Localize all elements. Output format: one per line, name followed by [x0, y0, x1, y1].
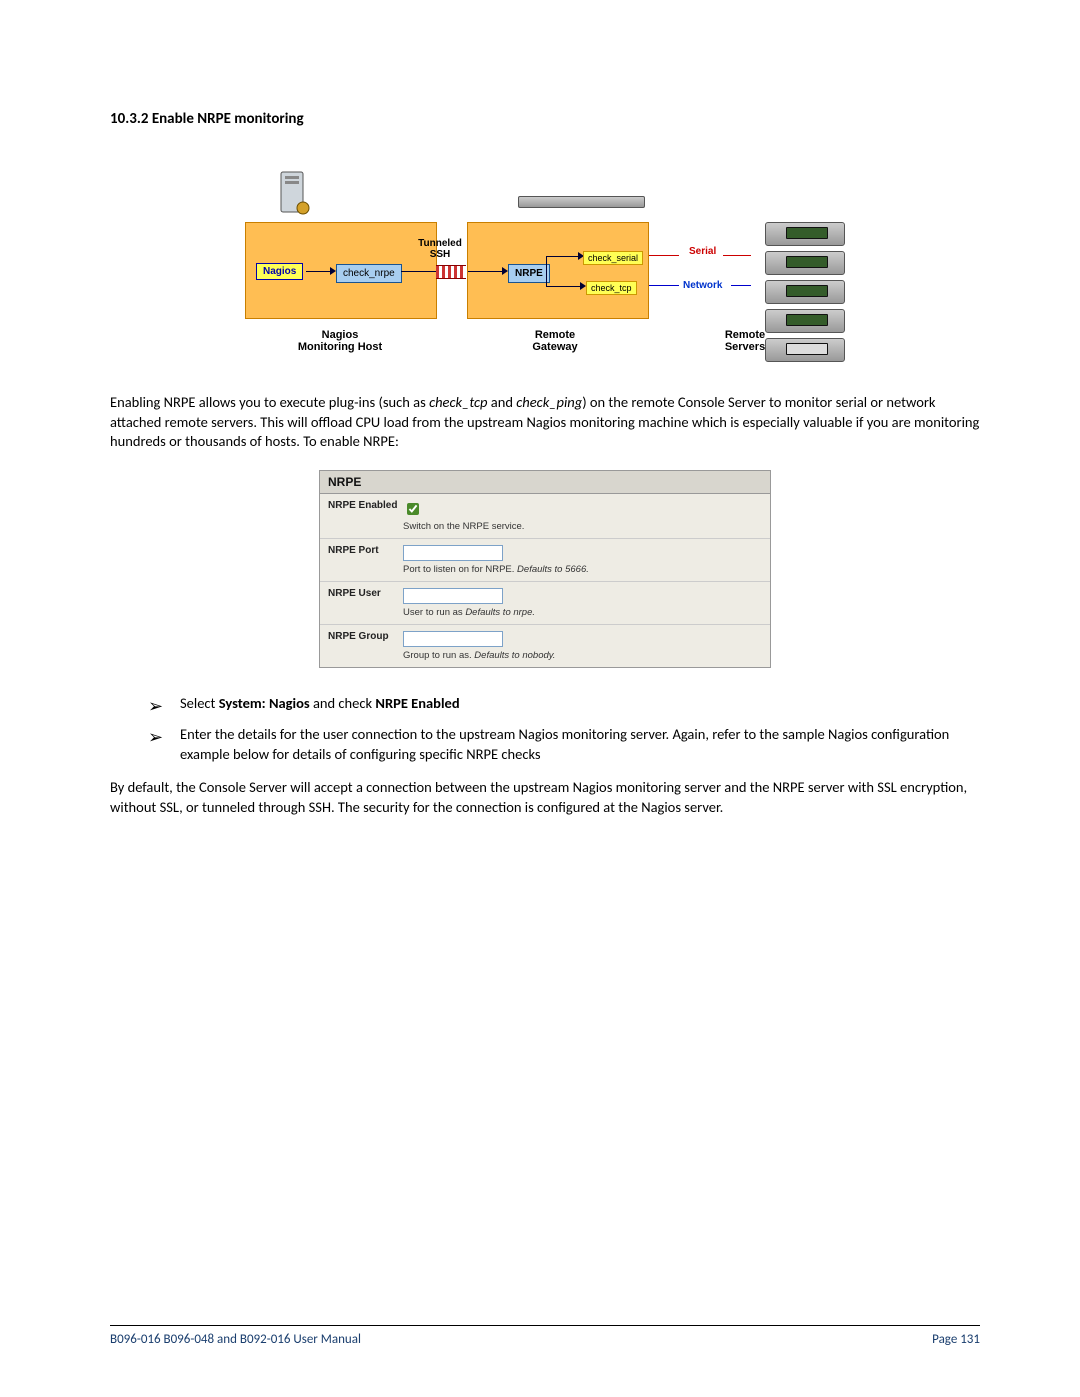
text: and check — [310, 694, 376, 712]
tunneled-ssh-label: Tunneled SSH — [410, 238, 470, 260]
gateway-caption: Remote Gateway — [465, 329, 645, 353]
text: and — [488, 393, 517, 411]
text-bold: System: Nagios — [219, 694, 310, 712]
nrpe-group-help: Group to run as. Defaults to nobody. — [403, 650, 762, 661]
nrpe-group-label: NRPE Group — [328, 631, 403, 661]
text: Select — [180, 694, 219, 712]
page-footer: B096-016 B096-048 and B092-016 User Manu… — [110, 1325, 980, 1347]
nrpe-user-label: NRPE User — [328, 588, 403, 618]
instruction-item: Enter the details for the user connectio… — [110, 725, 980, 764]
nagios-host-box: Nagios check_nrpe — [245, 222, 437, 319]
nrpe-diagram: Nagios check_nrpe Tunneled SSH NRPE — [245, 168, 845, 353]
document-page: 10.3.2 Enable NRPE monitoring Nagios che… — [0, 0, 1080, 1397]
text-italic: check_tcp — [429, 393, 487, 411]
nagios-label: Nagios — [256, 263, 303, 280]
serial-label: Serial — [689, 246, 716, 257]
instruction-item: Select System: Nagios and check NRPE Ena… — [110, 694, 980, 714]
nrpe-port-input[interactable] — [403, 545, 503, 561]
intro-paragraph: Enabling NRPE allows you to execute plug… — [110, 393, 980, 452]
text: Enabling NRPE allows you to execute plug… — [110, 393, 429, 411]
nrpe-form-title: NRPE — [320, 471, 770, 494]
closing-paragraph: By default, the Console Server will acce… — [110, 778, 980, 817]
remote-servers-area: Serial Network — [649, 222, 845, 319]
check-nrpe-label: check_nrpe — [336, 264, 402, 283]
instruction-list: Select System: Nagios and check NRPE Ena… — [110, 694, 980, 765]
nrpe-group-input[interactable] — [403, 631, 503, 647]
footer-manual-title: B096-016 B096-048 and B092-016 User Manu… — [110, 1332, 361, 1347]
nrpe-port-label: NRPE Port — [328, 545, 403, 575]
server-rack-icon — [765, 222, 845, 367]
nrpe-form-panel: NRPE NRPE Enabled Switch on the NRPE ser… — [319, 470, 771, 668]
nrpe-label: NRPE — [508, 264, 550, 283]
nrpe-enabled-help: Switch on the NRPE service. — [403, 521, 762, 532]
ssh-tunnel-icon: Tunneled SSH — [436, 265, 466, 279]
nrpe-port-help: Port to listen on for NRPE. Defaults to … — [403, 564, 762, 575]
nrpe-user-input[interactable] — [403, 588, 503, 604]
text-italic: check_ping — [516, 393, 582, 411]
check-serial-label: check_serial — [583, 251, 643, 265]
switch-icon — [518, 196, 645, 208]
remote-gateway-box: NRPE check_serial check_tcp — [467, 222, 649, 319]
footer-page-number: Page 131 — [932, 1332, 980, 1347]
nrpe-enabled-label: NRPE Enabled — [328, 500, 403, 532]
server-tower-icon — [275, 168, 315, 218]
nrpe-enabled-checkbox[interactable] — [407, 503, 419, 515]
section-heading: 10.3.2 Enable NRPE monitoring — [110, 110, 980, 128]
check-tcp-label: check_tcp — [586, 281, 637, 295]
host-caption: Nagios Monitoring Host — [245, 329, 435, 353]
network-label: Network — [683, 280, 722, 291]
nrpe-user-help: User to run as Defaults to nrpe. — [403, 607, 762, 618]
text-bold: NRPE Enabled — [375, 694, 459, 712]
